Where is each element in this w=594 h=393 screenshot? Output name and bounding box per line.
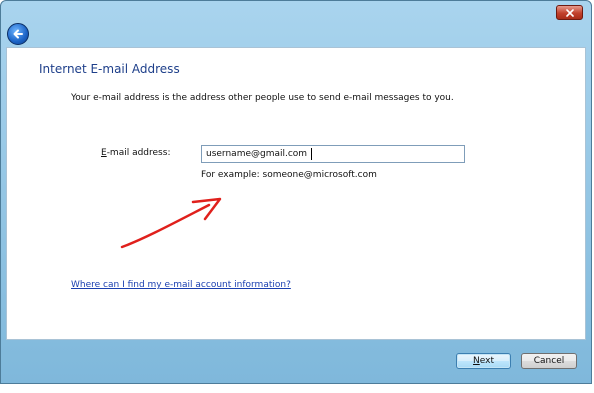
help-link[interactable]: Where can I find my e-mail account infor…: [71, 280, 291, 290]
email-label-text: -mail address:: [106, 148, 171, 158]
email-field[interactable]: [201, 145, 465, 163]
next-button[interactable]: Next: [456, 353, 511, 369]
cancel-button[interactable]: Cancel: [521, 353, 577, 369]
content-panel: Internet E-mail Address Your e-mail addr…: [6, 47, 586, 340]
intro-text: Your e-mail address is the address other…: [71, 93, 454, 103]
wizard-window: Internet E-mail Address Your e-mail addr…: [0, 0, 592, 384]
close-button[interactable]: [556, 5, 583, 20]
email-label: E-mail address:: [101, 148, 170, 158]
page-title: Internet E-mail Address: [39, 62, 180, 76]
back-button[interactable]: [7, 23, 29, 45]
back-arrow-icon: [13, 29, 23, 39]
example-hint: For example: someone@microsoft.com: [201, 170, 377, 180]
next-mnemonic: N: [473, 356, 480, 366]
button-bar: Next Cancel: [6, 340, 586, 380]
title-bar: [1, 1, 591, 47]
close-x-icon: [565, 8, 574, 17]
next-label: ext: [479, 356, 494, 366]
text-caret: [311, 148, 312, 160]
annotation-arrow: [120, 197, 222, 249]
